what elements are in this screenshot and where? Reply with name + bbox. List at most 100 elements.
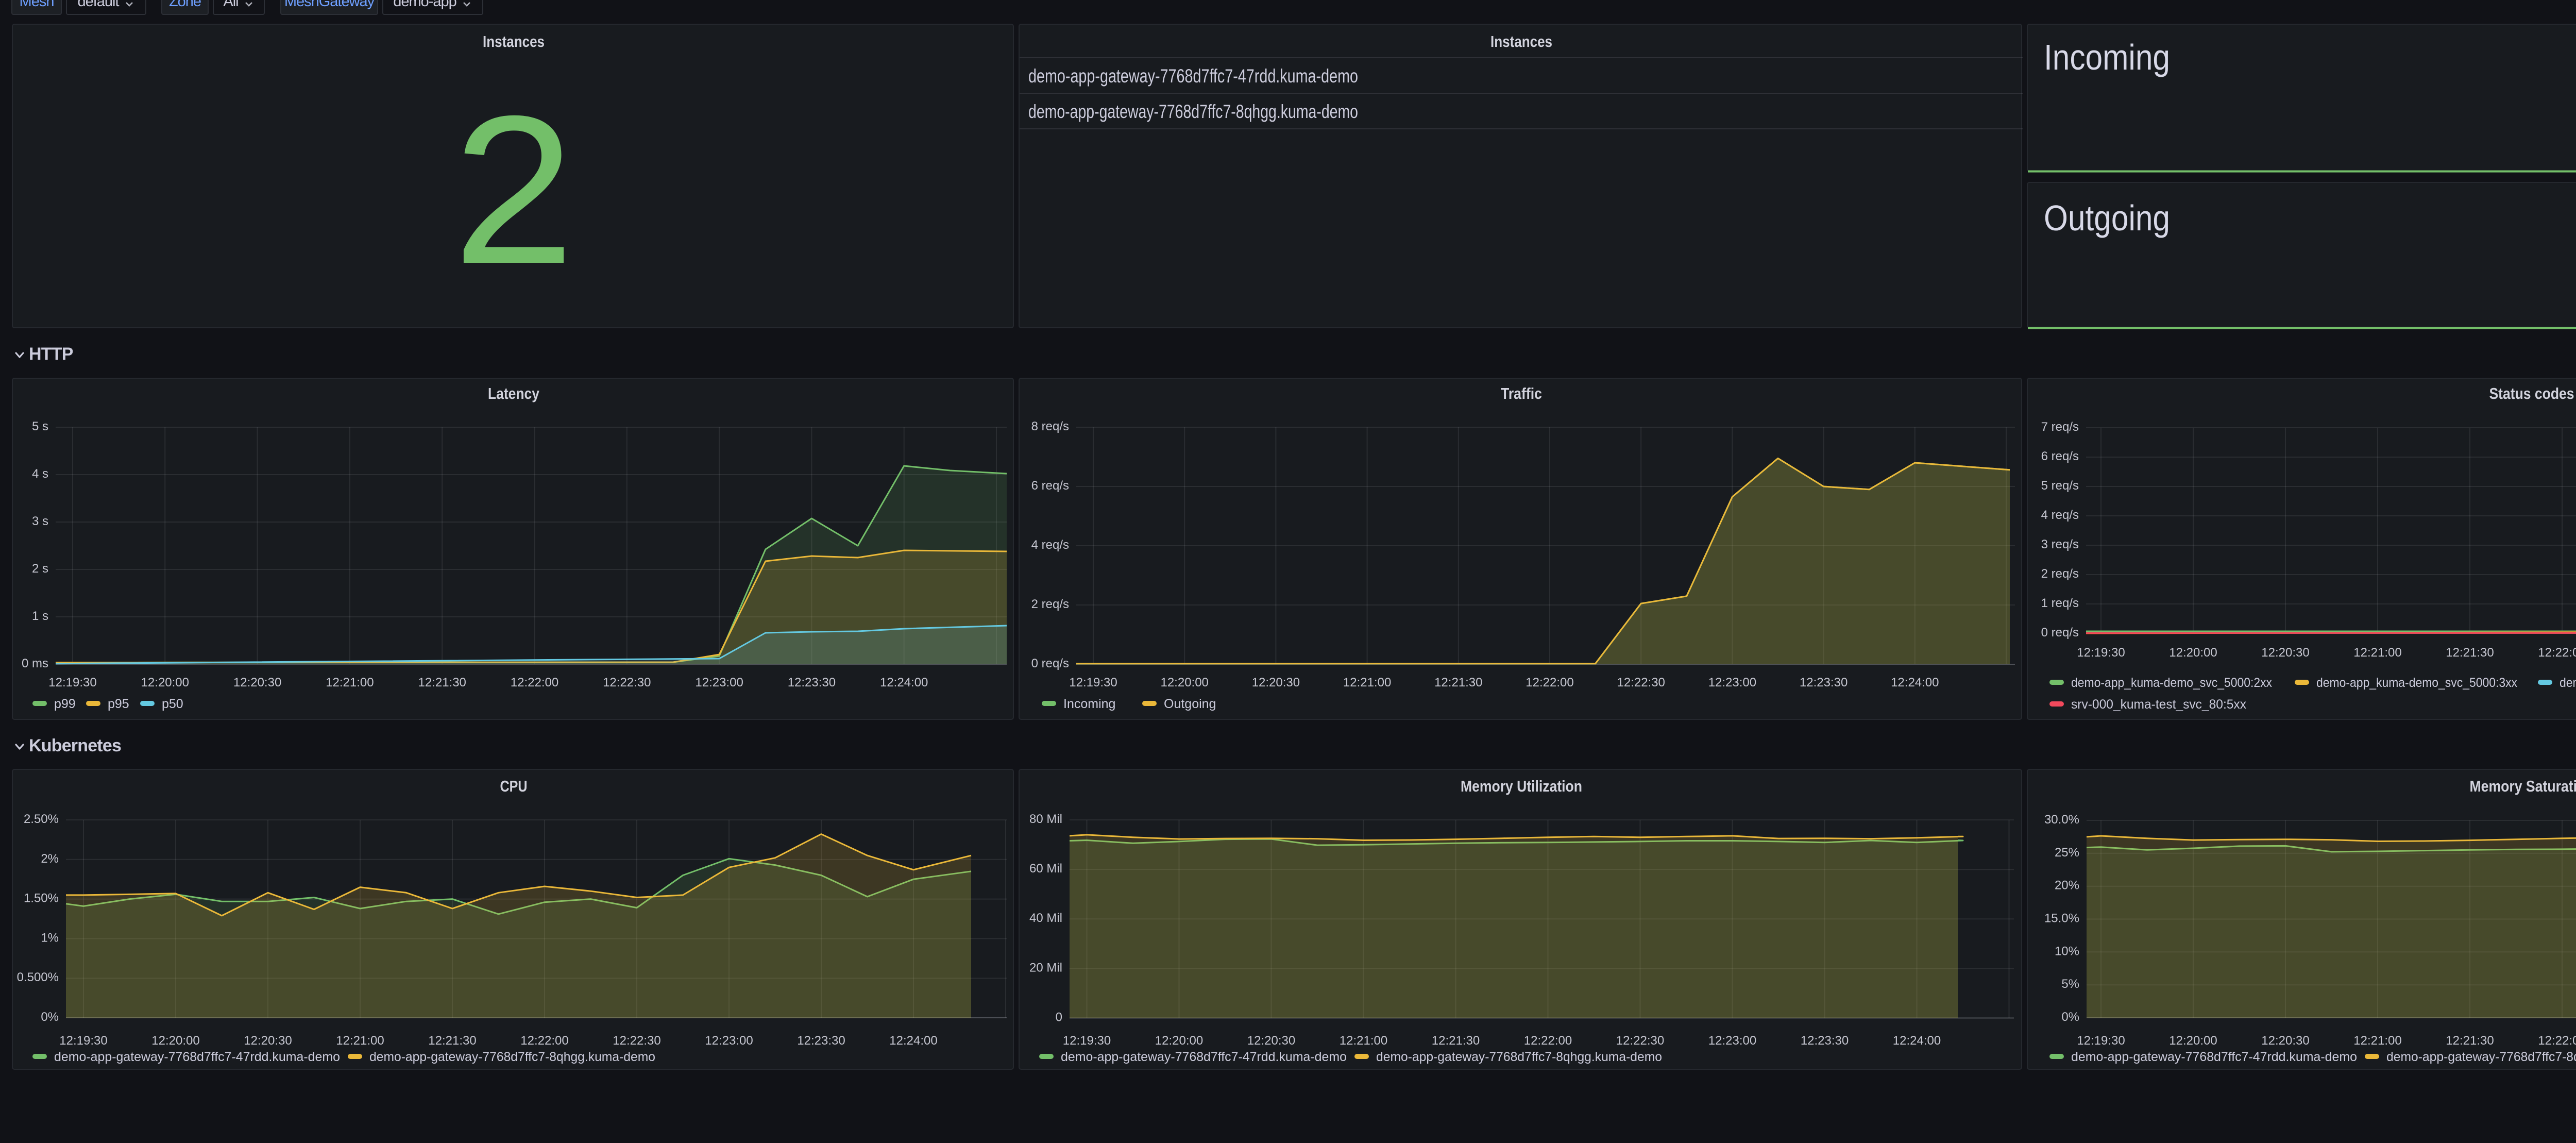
svg-text:5 req/s: 5 req/s [2041,479,2079,493]
svg-text:3 req/s: 3 req/s [2041,537,2079,551]
svg-text:30.0%: 30.0% [2044,813,2079,827]
svg-text:2 req/s: 2 req/s [1031,597,1069,611]
svg-text:12:19:30: 12:19:30 [1063,1034,1111,1048]
svg-text:12:23:00: 12:23:00 [1708,1034,1756,1048]
svg-text:p95: p95 [108,697,129,711]
svg-text:12:21:30: 12:21:30 [418,676,466,690]
svg-text:4 req/s: 4 req/s [1031,538,1069,552]
svg-text:Outgoing: Outgoing [1164,697,1216,711]
svg-text:12:22:30: 12:22:30 [603,676,651,690]
svg-text:12:19:30: 12:19:30 [2077,646,2125,660]
svg-text:12:20:30: 12:20:30 [1247,1034,1295,1048]
svg-text:12:20:30: 12:20:30 [2261,1034,2309,1048]
svg-text:Memory Saturation: Memory Saturation [2470,777,2576,795]
svg-text:80 Mil: 80 Mil [1029,812,1062,826]
svg-text:Instances: Instances [1490,32,1552,51]
svg-text:2 req/s: 2 req/s [2041,567,2079,581]
svg-text:demo-app_kuma-demo_svc_5000:2x: demo-app_kuma-demo_svc_5000:2xx [2071,676,2272,690]
svg-text:8 req/s: 8 req/s [1031,419,1069,433]
svg-text:12:22:30: 12:22:30 [613,1034,660,1048]
svg-text:Status codes: Status codes [2489,384,2574,402]
svg-text:12:21:30: 12:21:30 [428,1034,476,1048]
svg-text:demo-app_kuma-demo_svc_5000:4x: demo-app_kuma-demo_svc_5000:4xx [2560,676,2576,690]
svg-text:0: 0 [1056,1010,1062,1024]
svg-text:demo-app-gateway-7768d7ffc7-8q: demo-app-gateway-7768d7ffc7-8qhgg.kuma-d… [369,1050,655,1064]
svg-text:12:23:30: 12:23:30 [797,1034,845,1048]
svg-text:demo-app-gateway-7768d7ffc7-47: demo-app-gateway-7768d7ffc7-47rdd.kuma-d… [1061,1050,1347,1064]
svg-text:2%: 2% [41,852,59,866]
svg-text:5%: 5% [2061,977,2079,991]
svg-text:12:20:00: 12:20:00 [1155,1034,1203,1048]
svg-text:CPU: CPU [500,777,528,795]
svg-text:demo-app-gateway-7768d7ffc7-47: demo-app-gateway-7768d7ffc7-47rdd.kuma-d… [2071,1050,2357,1064]
svg-text:12:22:00: 12:22:00 [511,676,558,690]
svg-text:1.50%: 1.50% [24,892,59,905]
svg-text:12:19:30: 12:19:30 [1069,676,1117,690]
svg-text:12:20:00: 12:20:00 [1160,676,1208,690]
svg-text:12:24:00: 12:24:00 [1891,676,1939,690]
svg-text:demo-app-gateway-7768d7ffc7-8q: demo-app-gateway-7768d7ffc7-8qhgg.kuma-d… [1028,101,1358,122]
svg-text:12:19:30: 12:19:30 [48,676,96,690]
svg-text:1%: 1% [41,931,59,945]
svg-text:12:23:30: 12:23:30 [1801,1034,1849,1048]
svg-text:15.0%: 15.0% [2044,912,2079,926]
svg-text:Traffic: Traffic [1501,384,1542,402]
svg-text:12:20:00: 12:20:00 [2169,646,2217,660]
svg-text:12:20:30: 12:20:30 [233,676,281,690]
svg-text:0%: 0% [41,1010,59,1024]
svg-text:Incoming: Incoming [1063,697,1115,711]
svg-text:12:22:00: 12:22:00 [520,1034,568,1048]
svg-text:12:21:30: 12:21:30 [1434,676,1482,690]
svg-text:12:20:00: 12:20:00 [2169,1034,2217,1048]
svg-text:p99: p99 [54,697,76,711]
svg-text:12:22:00: 12:22:00 [1524,1034,1572,1048]
svg-text:12:21:00: 12:21:00 [326,676,374,690]
svg-text:12:22:00: 12:22:00 [1526,676,1573,690]
svg-text:Latency: Latency [488,384,540,402]
svg-text:0 ms: 0 ms [22,657,48,670]
svg-text:12:21:00: 12:21:00 [2353,646,2401,660]
svg-text:12:23:00: 12:23:00 [695,676,743,690]
svg-text:25%: 25% [2055,846,2079,860]
svg-text:5 s: 5 s [32,419,48,433]
svg-text:2 s: 2 s [32,562,48,576]
svg-text:demo-app-gateway-7768d7ffc7-8q: demo-app-gateway-7768d7ffc7-8qhgg.kuma-d… [2386,1050,2576,1064]
svg-text:12:19:30: 12:19:30 [59,1034,107,1048]
svg-text:12:20:30: 12:20:30 [244,1034,292,1048]
svg-text:12:21:00: 12:21:00 [336,1034,384,1048]
svg-text:demo-app-gateway-7768d7ffc7-47: demo-app-gateway-7768d7ffc7-47rdd.kuma-d… [1028,65,1358,87]
svg-text:12:21:00: 12:21:00 [1340,1034,1387,1048]
svg-text:1 s: 1 s [32,609,48,623]
svg-text:Outgoing: Outgoing [2044,198,2170,238]
svg-text:6 req/s: 6 req/s [2041,449,2079,463]
svg-text:12:22:30: 12:22:30 [1617,676,1665,690]
svg-text:12:23:00: 12:23:00 [1708,676,1756,690]
svg-text:4 req/s: 4 req/s [2041,508,2079,522]
svg-text:12:24:00: 12:24:00 [880,676,928,690]
svg-text:12:20:30: 12:20:30 [1252,676,1300,690]
svg-text:12:21:30: 12:21:30 [1432,1034,1480,1048]
svg-text:12:23:00: 12:23:00 [705,1034,753,1048]
svg-text:2.50%: 2.50% [24,812,59,826]
svg-text:60 Mil: 60 Mil [1029,862,1062,876]
svg-text:40 Mil: 40 Mil [1029,911,1062,925]
svg-text:12:24:00: 12:24:00 [889,1034,937,1048]
svg-text:4 s: 4 s [32,467,48,481]
svg-text:12:23:30: 12:23:30 [1800,676,1848,690]
svg-text:demo-app_kuma-demo_svc_5000:3x: demo-app_kuma-demo_svc_5000:3xx [2316,676,2517,690]
svg-text:demo-app-gateway-7768d7ffc7-8q: demo-app-gateway-7768d7ffc7-8qhgg.kuma-d… [1376,1050,1662,1064]
svg-text:Incoming: Incoming [2044,37,2170,77]
svg-text:20 Mil: 20 Mil [1029,961,1062,974]
svg-text:12:21:30: 12:21:30 [2446,1034,2494,1048]
svg-text:1 req/s: 1 req/s [2041,596,2079,610]
svg-text:12:22:00: 12:22:00 [2538,646,2576,660]
svg-text:12:24:00: 12:24:00 [1893,1034,1941,1048]
svg-text:srv-000_kuma-test_svc_80:5xx: srv-000_kuma-test_svc_80:5xx [2071,697,2246,712]
svg-text:12:21:00: 12:21:00 [1343,676,1391,690]
svg-text:p50: p50 [162,697,183,711]
svg-text:7 req/s: 7 req/s [2041,420,2079,434]
svg-text:12:20:00: 12:20:00 [151,1034,199,1048]
svg-text:10%: 10% [2055,944,2079,958]
svg-text:0 req/s: 0 req/s [1031,657,1069,670]
svg-text:demo-app-gateway-7768d7ffc7-47: demo-app-gateway-7768d7ffc7-47rdd.kuma-d… [54,1050,340,1064]
